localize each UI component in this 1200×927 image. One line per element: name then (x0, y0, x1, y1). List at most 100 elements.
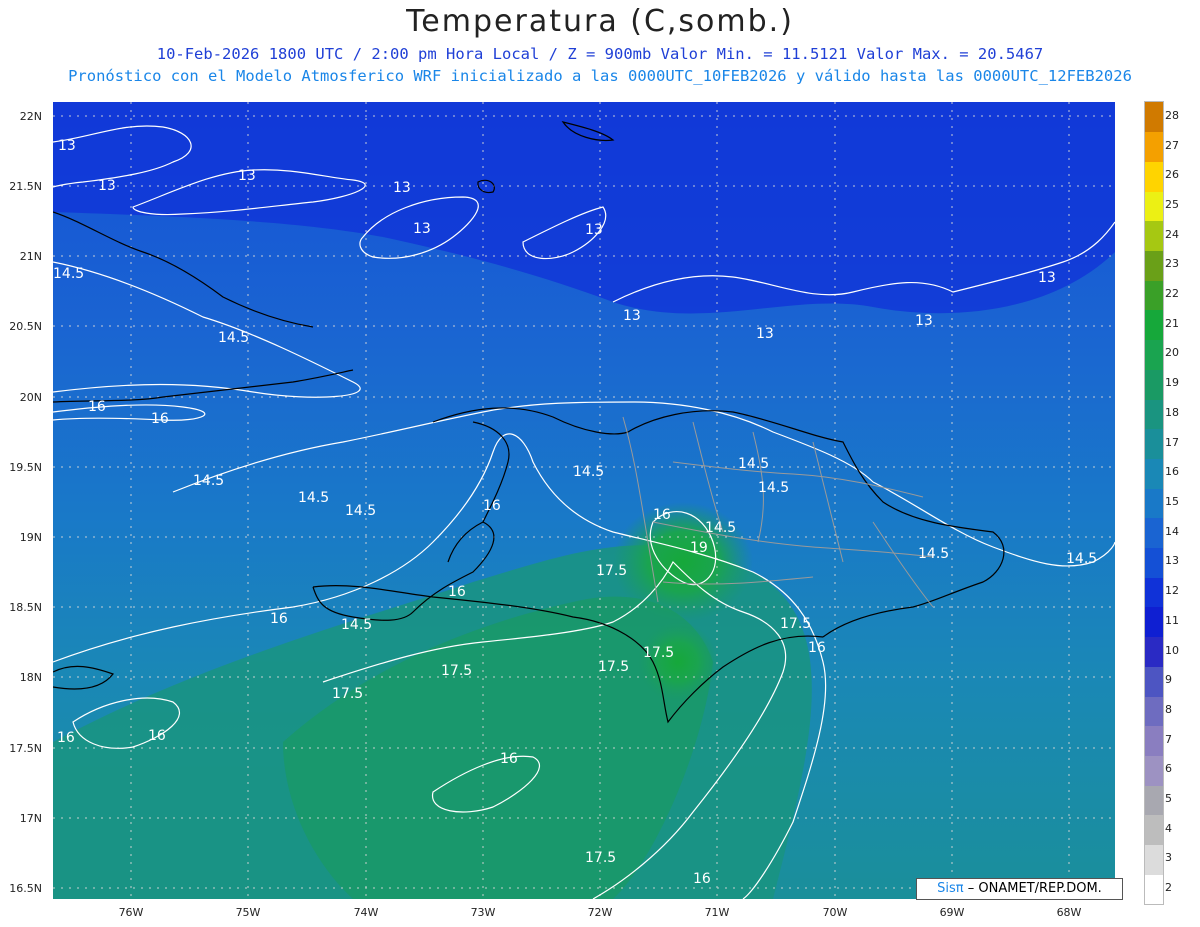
colorbar-segment (1145, 220, 1163, 252)
contour-label-17.5-7: 17.5 (585, 850, 616, 866)
colorbar-label: 17 (1165, 435, 1179, 449)
contour-label-16-5: 16 (448, 584, 466, 600)
colorbar-segment (1145, 606, 1163, 638)
colorbar-segment (1145, 755, 1163, 786)
colorbar-segment (1145, 339, 1163, 370)
colorbar-segment (1145, 250, 1163, 281)
colorbar-label: 12 (1165, 584, 1179, 598)
colorbar-segment (1145, 309, 1163, 341)
contour-label-16-1: 16 (88, 399, 106, 415)
contour-label-13-2: 13 (98, 178, 116, 194)
colorbar-label: 27 (1165, 138, 1179, 152)
lon-label: 69W (939, 906, 965, 919)
colorbar-label: 24 (1165, 227, 1179, 241)
lat-label: 16.5N (9, 882, 42, 895)
contour-label-13-4: 13 (393, 180, 411, 196)
colorbar-segment (1145, 636, 1163, 667)
colorbar-segment (1145, 785, 1163, 816)
logo-text: – ONAMET/REP.DOM. (967, 881, 1102, 896)
colorbar-label: 26 (1165, 168, 1179, 182)
colorbar-segment (1145, 814, 1163, 846)
colorbar-label: 16 (1165, 465, 1179, 479)
onamet-logo: Sisπ – ONAMET/REP.DOM. (916, 878, 1123, 900)
valid-time-subtitle: 10-Feb-2026 1800 UTC / 2:00 pm Hora Loca… (156, 45, 1044, 63)
lat-label: 17.5N (9, 742, 42, 755)
colorbar-label: 6 (1165, 762, 1172, 776)
contour-label-14.5-3: 14.5 (193, 473, 224, 489)
contour-label-17.5-3: 17.5 (643, 645, 674, 661)
contour-label-16-2: 16 (151, 411, 169, 427)
colorbar-label: 25 (1165, 197, 1179, 211)
colorbar-segment (1145, 369, 1163, 400)
contour-label-16-11: 16 (693, 871, 711, 887)
colorbar-label: 21 (1165, 316, 1179, 330)
lat-label: 17N (19, 812, 42, 825)
colorbar-label: 7 (1165, 732, 1172, 746)
colorbar-segment (1145, 399, 1163, 430)
contour-label-16-9: 16 (148, 728, 166, 744)
contour-label-17.5-1: 17.5 (596, 563, 627, 579)
lon-label: 70W (822, 906, 848, 919)
colorbar-segment (1145, 725, 1163, 756)
colorbar-segment (1145, 131, 1163, 162)
lat-label: 19N (19, 531, 42, 544)
colorbar-segment (1145, 458, 1163, 489)
temperature-map: 13 13 13 13 13 13 13 13 13 13 14.5 14.5 … (53, 102, 1115, 899)
colorbar-segment (1145, 517, 1163, 549)
lat-label: 20N (19, 391, 42, 404)
colorbar-segment (1145, 102, 1163, 133)
contour-label-16-7: 16 (808, 640, 826, 656)
colorbar-label: 22 (1165, 287, 1179, 301)
colorbar-label: 14 (1165, 524, 1179, 538)
contour-label-16-10: 16 (500, 751, 518, 767)
lat-label: 21.5N (9, 180, 42, 193)
colorbar-label: 28 (1165, 108, 1179, 122)
contour-label-17.5-2: 17.5 (780, 616, 811, 632)
contour-label-14.5-9: 14.5 (705, 520, 736, 536)
colorbar-label: 19 (1165, 376, 1179, 390)
lat-label: 22N (19, 110, 42, 123)
colorbar-label: 11 (1165, 613, 1179, 627)
lon-label: 73W (470, 906, 496, 919)
lon-label: 71W (704, 906, 730, 919)
contour-label-14.5-12: 14.5 (341, 617, 372, 633)
logo-brand: Sisπ (937, 881, 964, 896)
lon-label: 72W (587, 906, 613, 919)
contour-label-14.5-7: 14.5 (738, 456, 769, 472)
contour-label-17.5-5: 17.5 (441, 663, 472, 679)
contour-label-14.5-6: 14.5 (573, 464, 604, 480)
contour-label-14.5-1: 14.5 (53, 266, 84, 282)
colorbar-segment (1145, 696, 1163, 727)
colorbar-label: 20 (1165, 346, 1179, 360)
model-subtitle: Pronóstico con el Modelo Atmosferico WRF… (68, 67, 1132, 85)
contour-label-13-5: 13 (413, 221, 431, 237)
contour-label-14.5-10: 14.5 (918, 546, 949, 562)
colorbar-label: 5 (1165, 792, 1172, 806)
hot-spot-south (638, 622, 718, 702)
contour-label-14.5-11: 14.5 (1066, 551, 1097, 567)
contour-label-14.5-4: 14.5 (298, 490, 329, 506)
contour-label-16-3: 16 (483, 498, 501, 514)
contour-label-19-1: 19 (690, 540, 708, 556)
contour-label-17.5-6: 17.5 (332, 686, 363, 702)
lat-label: 21N (19, 250, 42, 263)
colorbar-label: 3 (1165, 851, 1172, 865)
contour-label-13-9: 13 (915, 313, 933, 329)
contour-label-13-3: 13 (238, 168, 256, 184)
colorbar-segment (1145, 428, 1163, 459)
contour-label-13-1: 13 (58, 138, 76, 154)
colorbar-label: 2 (1165, 881, 1172, 895)
colorbar-segment (1145, 844, 1163, 875)
colorbar (1144, 101, 1164, 905)
lon-label: 74W (353, 906, 379, 919)
colorbar-segment (1145, 547, 1163, 578)
colorbar-segment (1145, 280, 1163, 311)
colorbar-label: 4 (1165, 821, 1172, 835)
contour-label-13-7: 13 (623, 308, 641, 324)
lat-label: 19.5N (9, 461, 42, 474)
colorbar-segment (1145, 161, 1163, 192)
lon-label: 75W (235, 906, 261, 919)
colorbar-segment (1145, 874, 1163, 905)
contour-label-16-8: 16 (57, 730, 75, 746)
lat-label: 18N (19, 671, 42, 684)
